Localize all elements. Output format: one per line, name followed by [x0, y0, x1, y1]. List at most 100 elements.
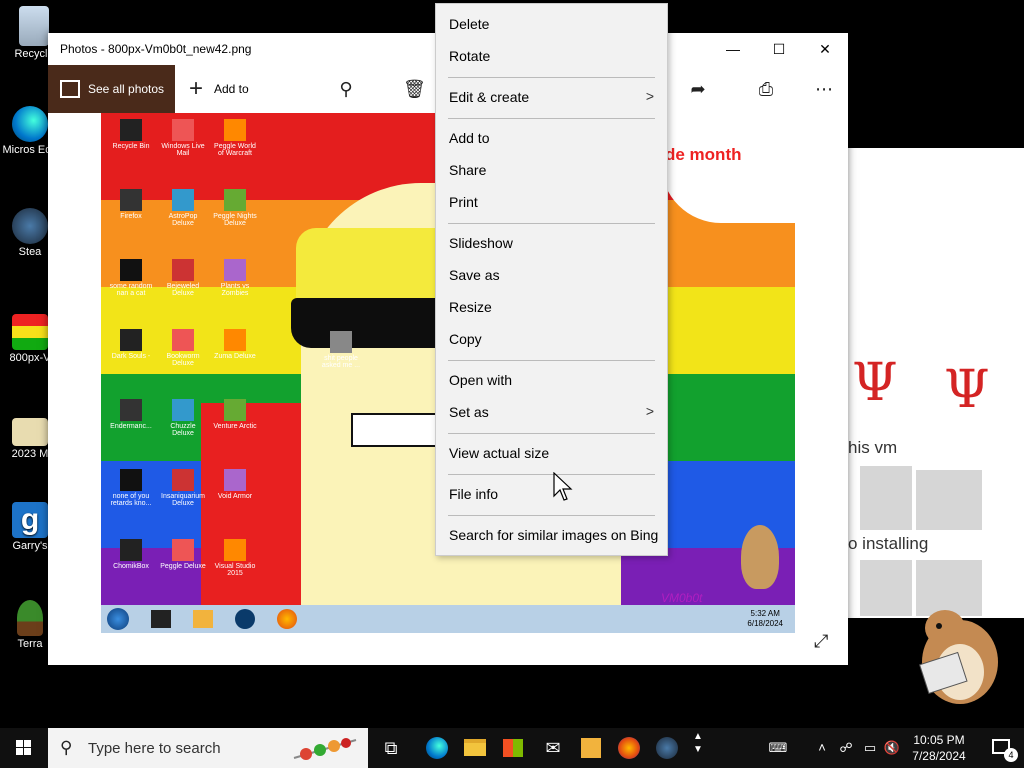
- menu-item-open-with[interactable]: Open with: [436, 365, 667, 397]
- menu-separator: [448, 515, 655, 516]
- close-button[interactable]: ✕: [802, 33, 848, 65]
- task-view-icon[interactable]: ⧉: [372, 728, 410, 768]
- inner-desktop-icon-label: Chuzzle Deluxe: [170, 423, 196, 437]
- app-icon: [224, 469, 246, 491]
- inner-desktop-icon-label: none of you retards kno...: [110, 493, 152, 507]
- menu-item-search-bing[interactable]: Search for similar images on Bing: [436, 520, 667, 552]
- inner-desktop-icon-label: Insaniquarium Deluxe: [161, 493, 205, 507]
- app-icon: [224, 259, 246, 281]
- inner-desktop-icon: Firefox: [107, 189, 155, 245]
- edge-taskbar-icon[interactable]: [418, 728, 456, 768]
- inner-desktop-icon-label: Venture Arctic: [213, 423, 257, 430]
- background-window[interactable]: Ψ Ψ his vm o installing: [848, 148, 1024, 618]
- taskbar-clock[interactable]: 10:05 PM 7/28/2024: [900, 732, 978, 764]
- zoom-in-icon[interactable]: ⚲: [336, 79, 356, 99]
- inner-desktop-icon-label: AstroPop Deluxe: [168, 213, 198, 227]
- folder-icon: [464, 739, 486, 756]
- display-icon[interactable]: ▭: [860, 728, 880, 768]
- menu-item-share[interactable]: Share: [436, 155, 667, 187]
- menu-item-slideshow[interactable]: Slideshow: [436, 228, 667, 260]
- maximize-button[interactable]: ☐: [756, 33, 802, 65]
- mail-icon[interactable]: ✉: [534, 728, 572, 768]
- recycle-bin-icon: [19, 6, 49, 46]
- inner-desktop-icon-label: Recycle Bin: [112, 143, 150, 150]
- inner-desktop-icon: Peggle World of Warcraft: [211, 119, 259, 175]
- menu-item-save-as[interactable]: Save as: [436, 260, 667, 292]
- action-center-button[interactable]: 4: [980, 728, 1024, 768]
- menu-separator: [448, 360, 655, 361]
- app-icon: [172, 259, 194, 281]
- menu-separator: [448, 77, 655, 78]
- inner-desktop-icon: Peggle Nights Deluxe: [211, 189, 259, 245]
- inner-desktop-icon: none of you retards kno...: [107, 469, 155, 525]
- app-icon: [172, 329, 194, 351]
- app-icon: [172, 469, 194, 491]
- menu-item-edit-create[interactable]: Edit & create >: [436, 82, 667, 114]
- inner-desktop-icon-label: Zuma Deluxe: [214, 353, 256, 360]
- inner-taskbar: 5:32 AM 6/18/2024: [101, 605, 795, 633]
- volume-muted-icon[interactable]: 🔇: [882, 728, 902, 768]
- taskbar-scroll-icon[interactable]: ▲ ▼: [688, 728, 708, 768]
- hamster-mascot-icon: [919, 610, 998, 704]
- inner-app-icon: [193, 610, 213, 628]
- keyboard-icon[interactable]: ⌨: [762, 728, 794, 768]
- folder-icon: [330, 331, 352, 353]
- menu-item-file-info[interactable]: File info: [436, 479, 667, 511]
- menu-item-print[interactable]: Print: [436, 187, 667, 219]
- menu-item-label: Share: [449, 162, 487, 178]
- firefox-icon[interactable]: [610, 728, 648, 768]
- media-player-icon[interactable]: [572, 728, 610, 768]
- menu-item-label: Slideshow: [449, 235, 513, 251]
- inner-desktop-icon: Visual Studio 2015: [211, 539, 259, 595]
- store-icon[interactable]: [494, 728, 532, 768]
- file-explorer-icon[interactable]: [456, 728, 494, 768]
- inner-desktop-icon-label: some random nan a cat: [109, 283, 153, 297]
- share-icon[interactable]: ➦: [688, 79, 708, 99]
- app-icon: [120, 119, 142, 141]
- search-placeholder: Type here to search: [88, 740, 221, 757]
- delete-icon[interactable]: 🗑: [403, 79, 426, 99]
- show-hidden-icons-chevron-up-icon[interactable]: ˄: [812, 728, 832, 768]
- image-file-icon: [12, 314, 48, 350]
- steam-taskbar-icon[interactable]: [648, 728, 686, 768]
- taskbar-search-box[interactable]: ⚲ Type here to search: [48, 728, 368, 768]
- chevron-right-icon: >: [645, 403, 654, 419]
- taskbar: ⚲ Type here to search ⧉ ✉ ▲ ▼ ⌨ ˄ ☍ ▭ 🔇 1…: [0, 728, 1024, 768]
- more-options-icon[interactable]: ⋯: [814, 79, 834, 99]
- menu-item-label: Print: [449, 194, 478, 210]
- add-to-label: Add to: [214, 82, 249, 96]
- inner-desktop-icon-label: Windows Live Mail: [161, 143, 205, 157]
- app-icon: [224, 189, 246, 211]
- inner-desktop-icon: Zuma Deluxe: [211, 329, 259, 385]
- menu-item-set-as[interactable]: Set as >: [436, 397, 667, 429]
- network-icon[interactable]: ☍: [836, 728, 856, 768]
- start-button[interactable]: [0, 728, 48, 768]
- menu-item-delete[interactable]: Delete: [436, 9, 667, 41]
- see-all-photos-button[interactable]: See all photos: [48, 65, 175, 113]
- app-icon: [172, 119, 194, 141]
- inner-clock-time: 5:32 AM: [750, 609, 780, 618]
- edge-icon: [12, 106, 48, 142]
- see-all-photos-label: See all photos: [88, 82, 165, 96]
- inner-start-icon: [107, 608, 129, 630]
- app-icon: [224, 329, 246, 351]
- inner-desktop-icon-label: Plants vs Zombies: [220, 283, 250, 297]
- add-to-button[interactable]: + Add to: [186, 65, 256, 113]
- menu-item-add-to[interactable]: Add to: [436, 123, 667, 155]
- expand-icon[interactable]: ⤢: [814, 631, 834, 651]
- print-icon[interactable]: ⎙: [756, 79, 776, 99]
- terraria-icon: [17, 600, 43, 636]
- speech-bubble: de month: [661, 113, 795, 223]
- menu-item-copy[interactable]: Copy: [436, 324, 667, 356]
- inner-clock-date: 6/18/2024: [747, 619, 783, 628]
- app-icon: [224, 399, 246, 421]
- menu-item-rotate[interactable]: Rotate: [436, 41, 667, 73]
- menu-item-label: Rotate: [449, 48, 491, 64]
- menu-item-view-actual-size[interactable]: View actual size: [436, 438, 667, 470]
- minimize-button[interactable]: —: [710, 33, 756, 65]
- inner-desktop-icon: ChomikBox: [107, 539, 155, 595]
- menu-item-label: Resize: [449, 299, 492, 315]
- menu-item-resize[interactable]: Resize: [436, 292, 667, 324]
- menu-item-label: File info: [449, 486, 499, 502]
- file-icon: [12, 418, 48, 446]
